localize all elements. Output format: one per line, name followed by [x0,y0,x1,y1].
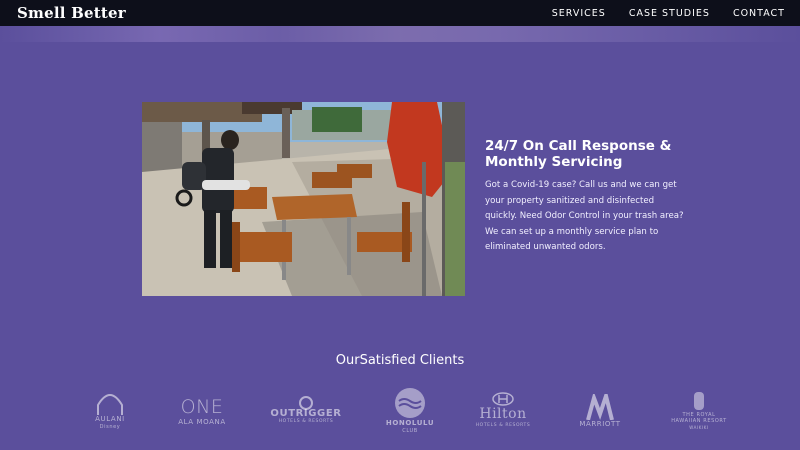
one-ala-moana-logo: ONE ALA MOANA [170,384,234,438]
hilton-name: Hilton [479,406,527,422]
aulani-name: AULANI [95,415,125,423]
main-nav: SERVICES CASE STUDIES CONTACT [552,0,785,26]
outrigger-logo: OUTRIGGER HOTELS & RESORTS [270,384,342,438]
royal-hawaiian-crest-icon [694,392,704,410]
outrigger-name: OUTRIGGER [270,408,342,419]
hero-image-strip [0,26,800,42]
nav-case-studies[interactable]: CASE STUDIES [629,8,710,19]
top-navigation-bar: Smell Better SERVICES CASE STUDIES CONTA… [0,0,800,26]
service-heading: 24/7 On Call Response & Monthly Servicin… [485,138,672,170]
marriott-logo: MARRIOTT [570,384,630,438]
honolulu-sub: CLUB [402,428,418,434]
honolulu-club-logo: HONOLULU CLUB [380,384,440,438]
hilton-sub: HOTELS & RESORTS [475,423,531,428]
royal-hawaiian-logo: THE ROYAL HAWAIIAN RESORT WAIKIKI [666,384,732,438]
royal-hawaiian-name: THE ROYAL HAWAIIAN RESORT [671,412,727,424]
service-description: Got a Covid-19 case? Call us and we can … [485,180,684,252]
nav-services[interactable]: SERVICES [552,8,606,19]
nav-contact[interactable]: CONTACT [733,8,785,19]
hilton-logo: Hilton HOTELS & RESORTS [470,384,536,438]
honolulu-club-emblem-icon [395,388,425,418]
marriott-m-icon [586,394,614,420]
royal-hawaiian-sub: WAIKIKI [689,425,709,430]
service-info: 24/7 On Call Response & Monthly Servicin… [485,138,685,256]
hilton-h-icon [492,392,514,406]
aulani-arch-icon [97,394,123,415]
one-name: ONE [180,396,224,418]
aulani-logo: AULANI Disney [80,384,140,438]
marriott-name: MARRIOTT [579,420,621,428]
brand-logo[interactable]: Smell Better [17,4,126,22]
one-sub: ALA MOANA [178,418,226,426]
outrigger-sub: HOTELS & RESORTS [278,419,334,424]
client-logos: AULANI Disney ONE ALA MOANA OUTRIGGER HO… [70,384,730,438]
clients-title: OurSatisfied Clients [335,353,465,368]
honolulu-name: HONOLULU [385,419,435,427]
aulani-sub: Disney [99,424,121,430]
service-photo [142,102,465,296]
